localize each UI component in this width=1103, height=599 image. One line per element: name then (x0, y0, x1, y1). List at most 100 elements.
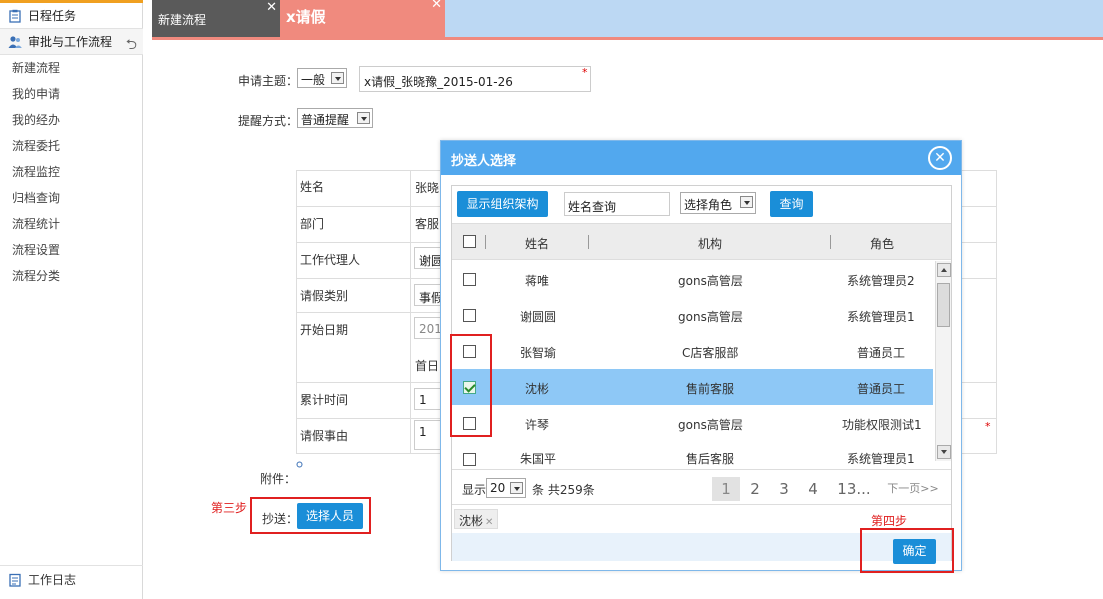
tab-leave-label: x请假 (286, 8, 326, 26)
row-name: 许琴 (525, 418, 550, 432)
row-name: 张智瑜 (520, 346, 557, 360)
sidebar-item-settings[interactable]: 流程设置 (0, 237, 143, 263)
next-page-link[interactable]: 下一页>> (882, 477, 944, 501)
row-org: 售前客服 (686, 382, 735, 396)
step3-annotation: 第三步 (211, 501, 248, 515)
page-4[interactable]: 4 (800, 477, 826, 501)
sidebar-item-statistics[interactable]: 流程统计 (0, 211, 143, 237)
form-row-label: 部门 (300, 217, 325, 231)
row-checkbox[interactable] (463, 453, 476, 466)
scroll-up-icon[interactable] (937, 263, 951, 277)
tab-close-icon[interactable]: ✕ (266, 0, 277, 15)
column-header-name[interactable]: 姓名 (525, 235, 549, 252)
subject-level-value: 一般 (301, 73, 326, 87)
sidebar: 日程任务 审批与工作流程 ⮌ 新建流程 我的申请 我的经办 流程委托 流程监控 … (0, 0, 143, 599)
form-row-label: 开始日期 (300, 323, 349, 337)
sidebar-item-new-flow[interactable]: 新建流程 (0, 55, 143, 81)
row-checkbox[interactable] (463, 309, 476, 322)
subject-level-select[interactable]: 一般 (297, 68, 347, 88)
sidebar-item-approval[interactable]: 审批与工作流程 ⮌ (0, 29, 143, 55)
tab-bar-underline (152, 37, 1103, 40)
row-org: 售后客服 (686, 452, 735, 466)
row-org: C店客服部 (682, 346, 739, 360)
page-size-select[interactable]: 20 (486, 478, 526, 498)
row-name: 谢圆圆 (520, 310, 557, 324)
subject-input[interactable]: x请假_张晓豫_2015-01-26 (359, 66, 591, 92)
row-role: 功能权限测试1 (842, 418, 922, 432)
row-divider (962, 278, 997, 279)
sidebar-item-worklog[interactable]: 工作日志 (0, 565, 143, 593)
step4-annotation: 第四步 (871, 514, 908, 528)
sidebar-item-categories[interactable]: 流程分类 (0, 263, 143, 289)
page-3[interactable]: 3 (771, 477, 797, 501)
dialog-title: 抄送人选择 (451, 154, 517, 169)
column-header-org[interactable]: 机构 (698, 235, 722, 252)
table-row[interactable]: 蒋唯 gons高管层 系统管理员2 (452, 261, 933, 297)
table-row[interactable]: 谢圆圆 gons高管层 系统管理员1 (452, 297, 933, 333)
remind-value: 普通提醒 (301, 113, 350, 127)
row-role: 系统管理员1 (847, 310, 915, 324)
column-separator (588, 235, 589, 249)
dialog-body: 显示组织架构 姓名查询 选择角色 查询 姓名 机构 角色 蒋唯 gons高管层 … (451, 185, 952, 561)
cc-label: 抄送： (262, 512, 299, 526)
row-org: gons高管层 (678, 274, 743, 288)
column-header-role[interactable]: 角色 (870, 235, 894, 252)
attachment-label: 附件： (260, 472, 297, 486)
row-name: 沈彬 (525, 382, 550, 396)
query-button[interactable]: 查询 (770, 191, 813, 217)
page-size-label: 显示 (462, 483, 487, 497)
tab-leave[interactable]: x请假 ✕ (280, 0, 445, 37)
selected-person-chip: 沈彬 ✕ (454, 509, 499, 529)
department-value: 客服 (415, 217, 440, 231)
role-select-value: 选择角色 (684, 198, 733, 212)
total-count: 条 共259条 (532, 483, 595, 497)
tab-new-flow[interactable]: 新建流程 ✕ (152, 0, 280, 37)
sidebar-item-archive[interactable]: 归档查询 (0, 185, 143, 211)
form-row-label: 累计时间 (300, 393, 349, 407)
dialog-toolbar: 显示组织架构 姓名查询 选择角色 查询 (452, 186, 951, 224)
sidebar-item-schedule[interactable]: 日程任务 (0, 3, 143, 29)
page-2[interactable]: 2 (742, 477, 768, 501)
sidebar-item-monitor[interactable]: 流程监控 (0, 159, 143, 185)
table-row[interactable]: 张智瑜 C店客服部 普通员工 (452, 333, 933, 369)
page-1[interactable]: 1 (712, 477, 740, 501)
form-row-label: 姓名 (300, 180, 325, 194)
sidebar-item-my-handled[interactable]: 我的经办 (0, 107, 143, 133)
table-row[interactable]: 许琴 gons高管层 功能权限测试1 (452, 405, 933, 441)
row-role: 普通员工 (857, 346, 906, 360)
select-people-button[interactable]: 选择人员 (297, 503, 363, 529)
remove-chip-icon[interactable]: ✕ (485, 517, 493, 528)
chevron-down-icon (357, 112, 370, 124)
row-role: 普通员工 (857, 382, 906, 396)
leave-form-table-right-edge (962, 170, 997, 454)
sidebar-item-my-applications[interactable]: 我的申请 (0, 81, 143, 107)
row-checkbox[interactable] (463, 273, 476, 286)
table-row-selected[interactable]: 沈彬 售前客服 普通员工 (452, 369, 933, 405)
scroll-down-icon[interactable] (937, 445, 951, 459)
role-select[interactable]: 选择角色 (680, 192, 756, 214)
pagination: 显示 20 条 共259条 1 2 3 4 13... 下一页>> (452, 469, 951, 505)
form-row-label: 请假类别 (300, 289, 349, 303)
dialog-title-bar: 抄送人选择 ✕ (441, 141, 961, 175)
page-13[interactable]: 13... (830, 477, 878, 501)
required-mark: * (582, 66, 588, 79)
table-scrollbar[interactable] (935, 261, 951, 461)
chevron-down-icon (331, 72, 344, 84)
select-all-checkbox[interactable] (463, 235, 476, 248)
scroll-thumb[interactable] (937, 283, 950, 327)
row-divider (962, 242, 997, 243)
show-org-button[interactable]: 显示组织架构 (457, 191, 548, 217)
close-icon[interactable]: ✕ (928, 146, 952, 170)
name-query-input[interactable]: 姓名查询 (564, 192, 670, 216)
sidebar-approval-label: 审批与工作流程 (28, 35, 113, 49)
table-row[interactable]: 朱国平 售后客服 系统管理员1 (452, 441, 933, 469)
tab-close-icon[interactable]: ✕ (431, 0, 442, 12)
attachment-icon[interactable] (296, 461, 303, 468)
row-divider (962, 382, 997, 383)
confirm-button[interactable]: 确定 (893, 539, 936, 564)
sidebar-item-delegation[interactable]: 流程委托 (0, 133, 143, 159)
remind-select[interactable]: 普通提醒 (297, 108, 373, 128)
sidebar-schedule-label: 日程任务 (28, 9, 77, 23)
users-icon (8, 35, 22, 48)
first-day-label: 首日 (415, 359, 440, 373)
